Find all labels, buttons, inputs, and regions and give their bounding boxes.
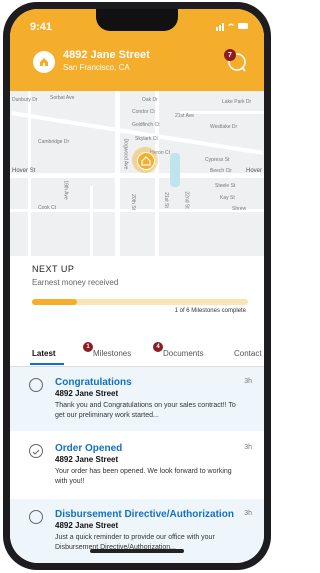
- item-title: Disbursement Directive/Authorization: [55, 509, 234, 520]
- map-view[interactable]: Dunbury Dr Sorbat Ave Oak Dr Lake Park D…: [10, 91, 264, 256]
- chat-button[interactable]: 7: [224, 49, 248, 73]
- item-address: 4892 Jane Street: [55, 521, 119, 530]
- status-icons: [216, 21, 250, 34]
- screen: 9:41 4892 Jane Street San Francisco, CA …: [10, 9, 264, 563]
- map-label: 20th St: [129, 194, 136, 210]
- next-up-subtitle: Earnest money received: [32, 278, 119, 287]
- milestones-complete-text: 1 of 6 Milestones complete: [174, 308, 246, 314]
- map-label: Cook Ct: [38, 205, 57, 211]
- map-label: Dunbury Dr: [12, 97, 38, 103]
- map-label: 18th Ave: [62, 180, 69, 200]
- unread-circle-icon: [29, 378, 43, 392]
- notch: [96, 9, 178, 31]
- map-label: Skylark Ct: [135, 136, 158, 142]
- map-label: Cambridge Dr: [38, 139, 70, 145]
- property-city: San Francisco, CA: [63, 63, 130, 72]
- home-indicator: [90, 549, 184, 553]
- map-label: Dogwood Ave: [122, 138, 129, 170]
- map-label: Steele St: [215, 183, 236, 189]
- map-label: Hover St: [12, 168, 36, 174]
- tab-documents[interactable]: Documents: [163, 349, 203, 358]
- status-time: 9:41: [30, 21, 53, 33]
- milestones-badge: 1: [83, 342, 93, 352]
- active-tab-indicator: [30, 363, 64, 365]
- map-label: 22nd St: [183, 191, 190, 209]
- chat-badge: 7: [224, 49, 236, 61]
- tab-latest[interactable]: Latest: [32, 349, 56, 358]
- property-address: 4892 Jane Street: [63, 49, 150, 61]
- list-item[interactable]: Order Opened 4892 Jane Street Your order…: [10, 433, 264, 497]
- home-icon[interactable]: [33, 51, 55, 73]
- progress-fill: [32, 299, 78, 305]
- item-body: Thank you and Congratulations on your sa…: [55, 402, 236, 419]
- item-address: 4892 Jane Street: [55, 389, 119, 398]
- next-up-title: NEXT UP: [32, 264, 75, 274]
- pond: [170, 153, 180, 187]
- item-time: 3h: [244, 510, 252, 517]
- list-item[interactable]: Disbursement Directive/Authorization 489…: [10, 499, 264, 563]
- phone-frame: 9:41 4892 Jane Street San Francisco, CA …: [3, 2, 271, 570]
- item-title: Order Opened: [55, 443, 123, 454]
- activity-feed: Congratulations 4892 Jane Street Thank y…: [10, 367, 264, 563]
- tab-milestones[interactable]: Milestones: [93, 349, 131, 358]
- map-label: Westlake Dr: [210, 124, 238, 130]
- documents-badge: 4: [153, 342, 163, 352]
- list-item[interactable]: Congratulations 4892 Jane Street Thank y…: [10, 367, 264, 431]
- map-label: Sorbat Ave: [50, 95, 75, 101]
- item-time: 3h: [244, 378, 252, 385]
- item-time: 3h: [244, 444, 252, 451]
- item-title: Congratulations: [55, 377, 132, 388]
- map-label: 21st St: [162, 192, 169, 208]
- map-label: Shrew: [232, 206, 247, 212]
- tab-contact[interactable]: Contact: [234, 349, 262, 358]
- app-header: 4892 Jane Street San Francisco, CA 7: [10, 45, 264, 91]
- progress-bar: [32, 299, 248, 305]
- map-label: Lake Park Dr: [222, 99, 252, 105]
- milestone-progress: NEXT UP Earnest money received 1 of 6 Mi…: [10, 256, 264, 326]
- unread-circle-icon: [29, 510, 43, 524]
- tab-bar: Latest 1 Milestones 4 Documents Contact: [10, 342, 264, 367]
- status-bar: 9:41: [10, 9, 264, 45]
- map-label: Beech Cir: [210, 168, 232, 174]
- map-label: Cypress St: [205, 157, 230, 163]
- map-label: Oak Dr: [142, 97, 158, 103]
- item-body: Your order has been opened. We look forw…: [55, 468, 232, 485]
- map-label: 21st Ave: [175, 113, 195, 119]
- map-label: Goldfinch Ct: [132, 122, 160, 128]
- item-address: 4892 Jane Street: [55, 455, 119, 464]
- check-circle-icon: [29, 444, 43, 458]
- map-label: Kay St: [220, 195, 235, 201]
- property-pin-icon[interactable]: [137, 152, 155, 170]
- map-label: Condor Ct: [132, 109, 155, 115]
- map-label: Hover: [246, 168, 263, 174]
